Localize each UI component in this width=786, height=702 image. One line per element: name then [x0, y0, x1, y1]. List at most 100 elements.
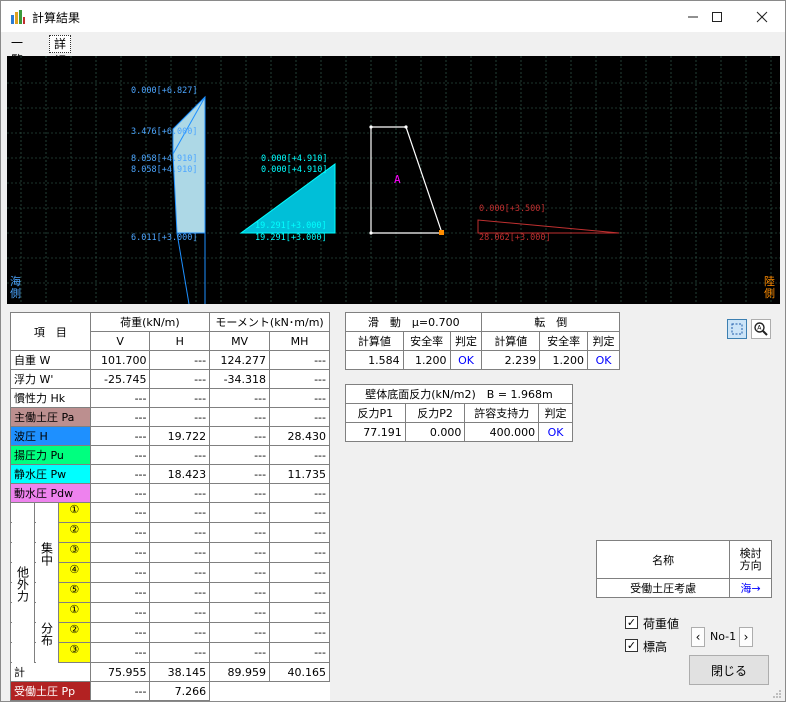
value-mh: 28.430 [269, 426, 330, 446]
chevron-left-icon: ‹ [695, 630, 701, 644]
reaction-judge: OK [538, 422, 573, 442]
value-h: 18.423 [149, 464, 211, 484]
value-h: --- [149, 602, 211, 623]
select-area-icon [731, 323, 743, 335]
value-v: --- [89, 426, 151, 446]
value-mv: --- [209, 445, 271, 465]
static-label-3: 19.291[+3.000] [255, 221, 327, 231]
value-v: --- [89, 483, 151, 503]
allowable-bearing: 400.000 [464, 422, 540, 442]
value-h: --- [149, 350, 211, 370]
maximize-button[interactable] [694, 1, 740, 32]
wave-label-3: 8.058[+4.910] [131, 154, 198, 164]
item-number: ① [59, 603, 90, 622]
header-load: 荷重(kN/m) [89, 312, 211, 332]
value-mh: --- [269, 483, 330, 503]
close-window-button[interactable] [739, 1, 785, 32]
reaction-p1: 77.191 [345, 422, 406, 442]
item-number: ④ [59, 563, 90, 582]
item-number: ① [59, 503, 90, 522]
wall-node [369, 125, 373, 129]
total-row: 計 75.955 38.145 89.959 40.165 [10, 662, 330, 682]
value-h: --- [149, 622, 211, 643]
table-row: ① --- --- --- --- [10, 502, 330, 523]
value-mv: --- [209, 464, 271, 484]
header-direction: 検討方向 [729, 540, 772, 579]
zoom-button[interactable]: A [751, 319, 771, 339]
passive-v: --- [89, 681, 151, 701]
value-mh: --- [269, 445, 330, 465]
chevron-right-icon: › [743, 630, 749, 644]
value-h: --- [149, 369, 211, 389]
case-direction[interactable]: 海→ [729, 578, 772, 598]
value-v: --- [89, 502, 151, 523]
header-judge: 判定 [587, 331, 620, 351]
close-dialog-button[interactable]: 閉じる [689, 655, 769, 685]
value-mh: --- [269, 522, 330, 543]
close-dialog-label: 閉じる [710, 663, 747, 678]
table-row: 波圧 H --- 19.722 --- 28.430 [10, 426, 330, 446]
static-label-1: 0.000[+4.910] [261, 154, 328, 164]
passive-h: 7.266 [149, 681, 211, 701]
other-force-label: 他外力 [12, 504, 34, 663]
header-moment: モーメント(kN･m/m) [209, 312, 330, 332]
diagram-canvas: 0.000[+6.827] 3.476[+6.000] 8.058[+4.910… [7, 56, 780, 304]
header-name: 名称 [595, 540, 731, 579]
header-calc: 計算値 [345, 331, 404, 351]
value-v: --- [89, 522, 151, 543]
table-row: 浮力 W' -25.745 --- -34.318 --- [10, 369, 330, 389]
value-mv: --- [209, 407, 271, 427]
value-mv: --- [209, 562, 271, 583]
overturn-safety-factor: 1.200 [539, 350, 589, 370]
row-label: 浮力 W' [10, 369, 91, 389]
total-mh: 40.165 [269, 662, 330, 682]
app-icon [11, 10, 25, 24]
value-mv: --- [209, 542, 271, 563]
value-mv: --- [209, 483, 271, 503]
result-window: 計算結果 一覧 詳細 [0, 0, 786, 702]
header-item: 項 目 [10, 312, 91, 351]
reaction-table: 壁体底面反力(kN/m2) B = 1.968m 反力P1 反力P2 許容支持力… [345, 384, 573, 442]
value-h: --- [149, 582, 211, 603]
wall-toe-marker [439, 230, 444, 235]
table-row: 動水圧 Pdw --- --- --- --- [10, 483, 330, 503]
total-h: 38.145 [149, 662, 211, 682]
table-row: ④ --- --- --- --- [10, 562, 330, 583]
value-mh: --- [269, 350, 330, 370]
resize-grip-icon[interactable] [771, 688, 783, 700]
wall-block [370, 126, 443, 234]
tab-list[interactable]: 一覧 [7, 35, 27, 67]
value-v: --- [89, 542, 151, 563]
tab-detail[interactable]: 詳細 [49, 35, 72, 68]
maximize-icon [712, 11, 722, 22]
table-row: 自重 W 101.700 --- 124.277 --- [10, 350, 330, 370]
value-mh: --- [269, 388, 330, 408]
header-v: V [89, 331, 151, 351]
static-label-2: 0.000[+4.910] [261, 165, 328, 175]
total-mv: 89.959 [209, 662, 271, 682]
table-row: 慣性力 Hk --- --- --- --- [10, 388, 330, 408]
close-icon [756, 11, 768, 22]
value-v: --- [89, 602, 151, 623]
value-v: --- [89, 642, 151, 663]
value-h: --- [149, 388, 211, 408]
item-number: ⑤ [59, 583, 90, 602]
value-mv: --- [209, 642, 271, 663]
elevation-checkbox[interactable]: ✓ [625, 639, 638, 652]
case-name[interactable]: 受働土圧考慮 [595, 578, 731, 598]
value-mh: 11.735 [269, 464, 330, 484]
prev-button[interactable]: ‹ [691, 627, 705, 647]
passive-label: 受働土圧 Pp [10, 681, 91, 701]
item-number: ② [59, 523, 90, 542]
header-judge: 判定 [449, 331, 483, 351]
value-v: --- [89, 445, 151, 465]
value-v: -25.745 [89, 369, 151, 389]
header-h: H [149, 331, 211, 351]
load-value-checkbox[interactable]: ✓ [625, 616, 638, 629]
value-mh: --- [269, 562, 330, 583]
wave-label-5: 6.011[+3.000] [131, 233, 198, 243]
item-number: ③ [59, 543, 90, 562]
next-button[interactable]: › [739, 627, 753, 647]
select-area-button[interactable] [727, 319, 747, 339]
table-row: 静水圧 Pw --- 18.423 --- 11.735 [10, 464, 330, 484]
